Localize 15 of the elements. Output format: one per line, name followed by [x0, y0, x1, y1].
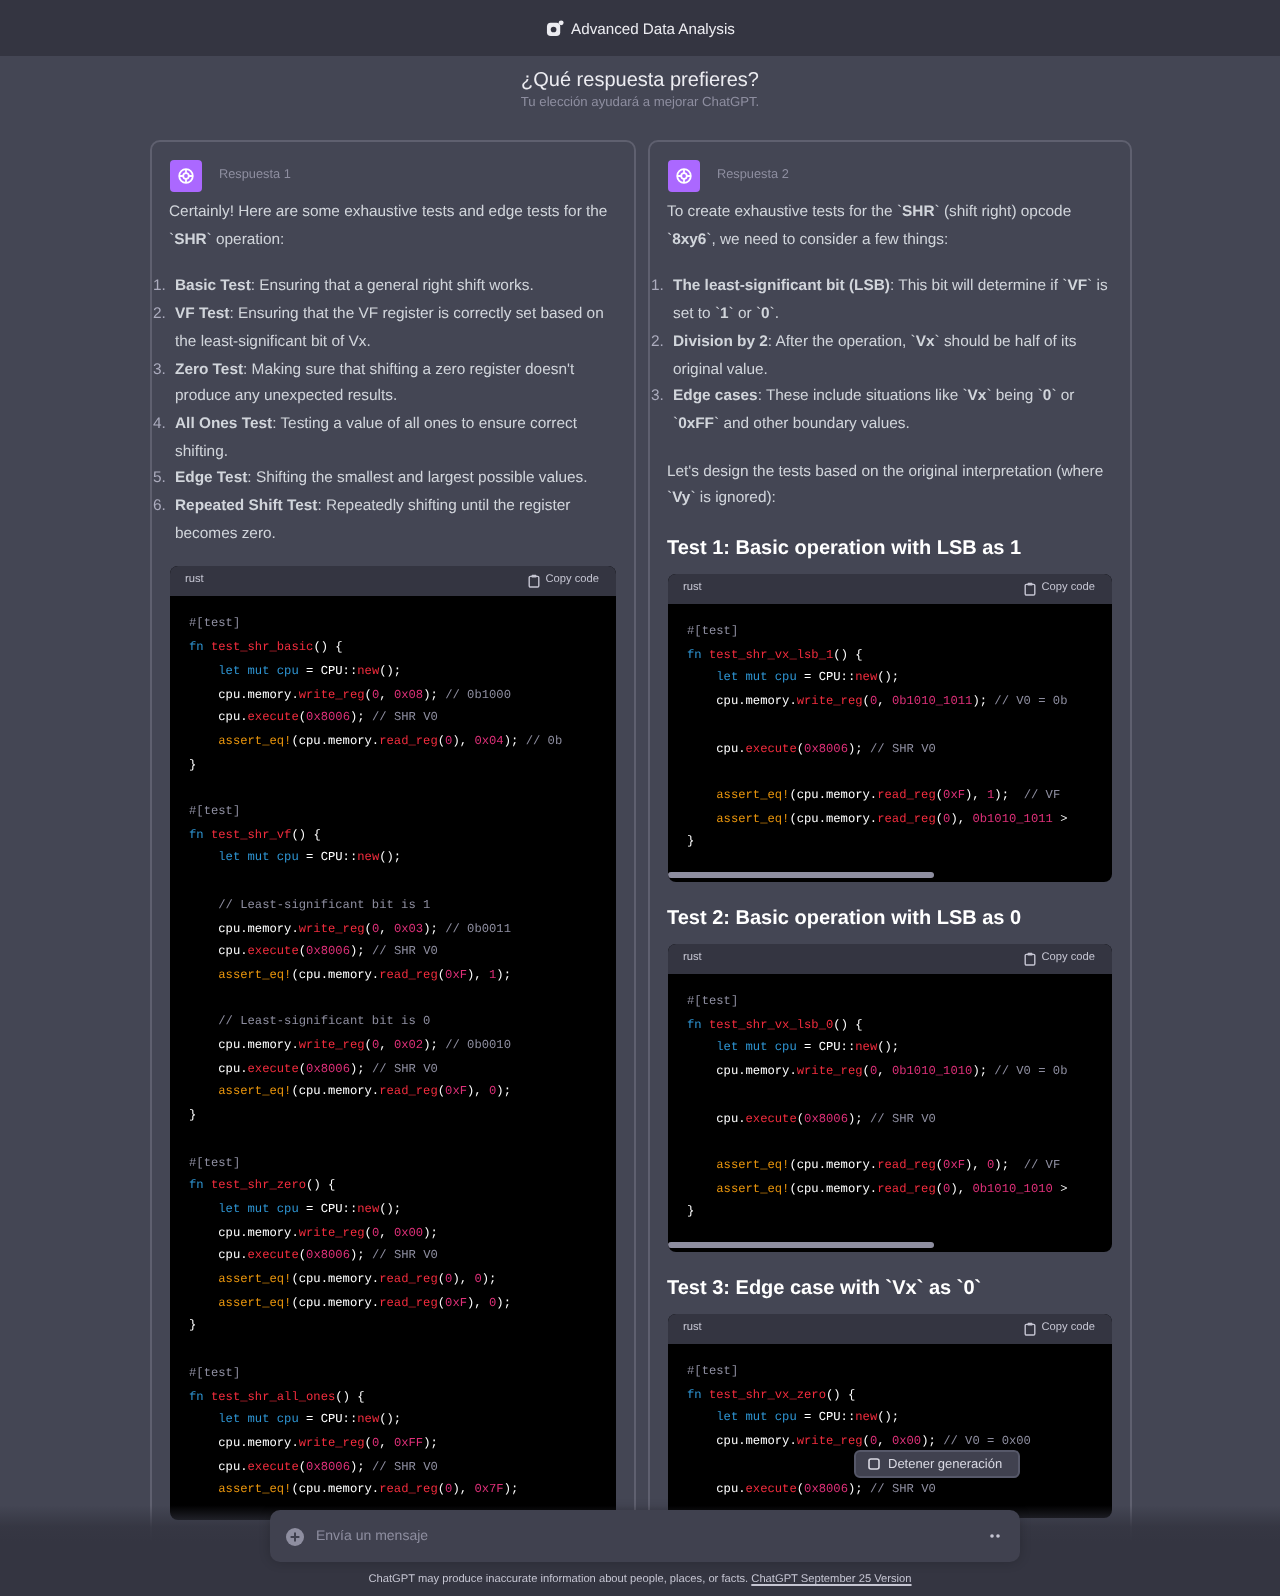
- scrollbar[interactable]: [667, 1242, 934, 1249]
- logo-icon: [175, 166, 195, 186]
- section-heading: Test 2: Basic operation with LSB as 0: [667, 906, 1024, 935]
- clipboard-icon: [527, 574, 540, 589]
- clipboard-icon: [1023, 1322, 1036, 1337]
- scrollbar[interactable]: [667, 872, 934, 879]
- clipboard-icon: [1023, 582, 1036, 597]
- logo-icon: [673, 166, 693, 186]
- clipboard-icon: [1023, 952, 1036, 967]
- section-heading: Test 3: Edge case with `Vx` as `0`: [667, 1276, 984, 1305]
- question-title: ¿Qué respuesta prefieres?: [521, 68, 759, 94]
- app-icon: [545, 19, 564, 37]
- plus-icon[interactable]: [286, 1527, 304, 1545]
- section-heading: Test 1: Basic operation with LSB as 1: [667, 536, 1024, 565]
- stop-icon: [868, 1458, 880, 1470]
